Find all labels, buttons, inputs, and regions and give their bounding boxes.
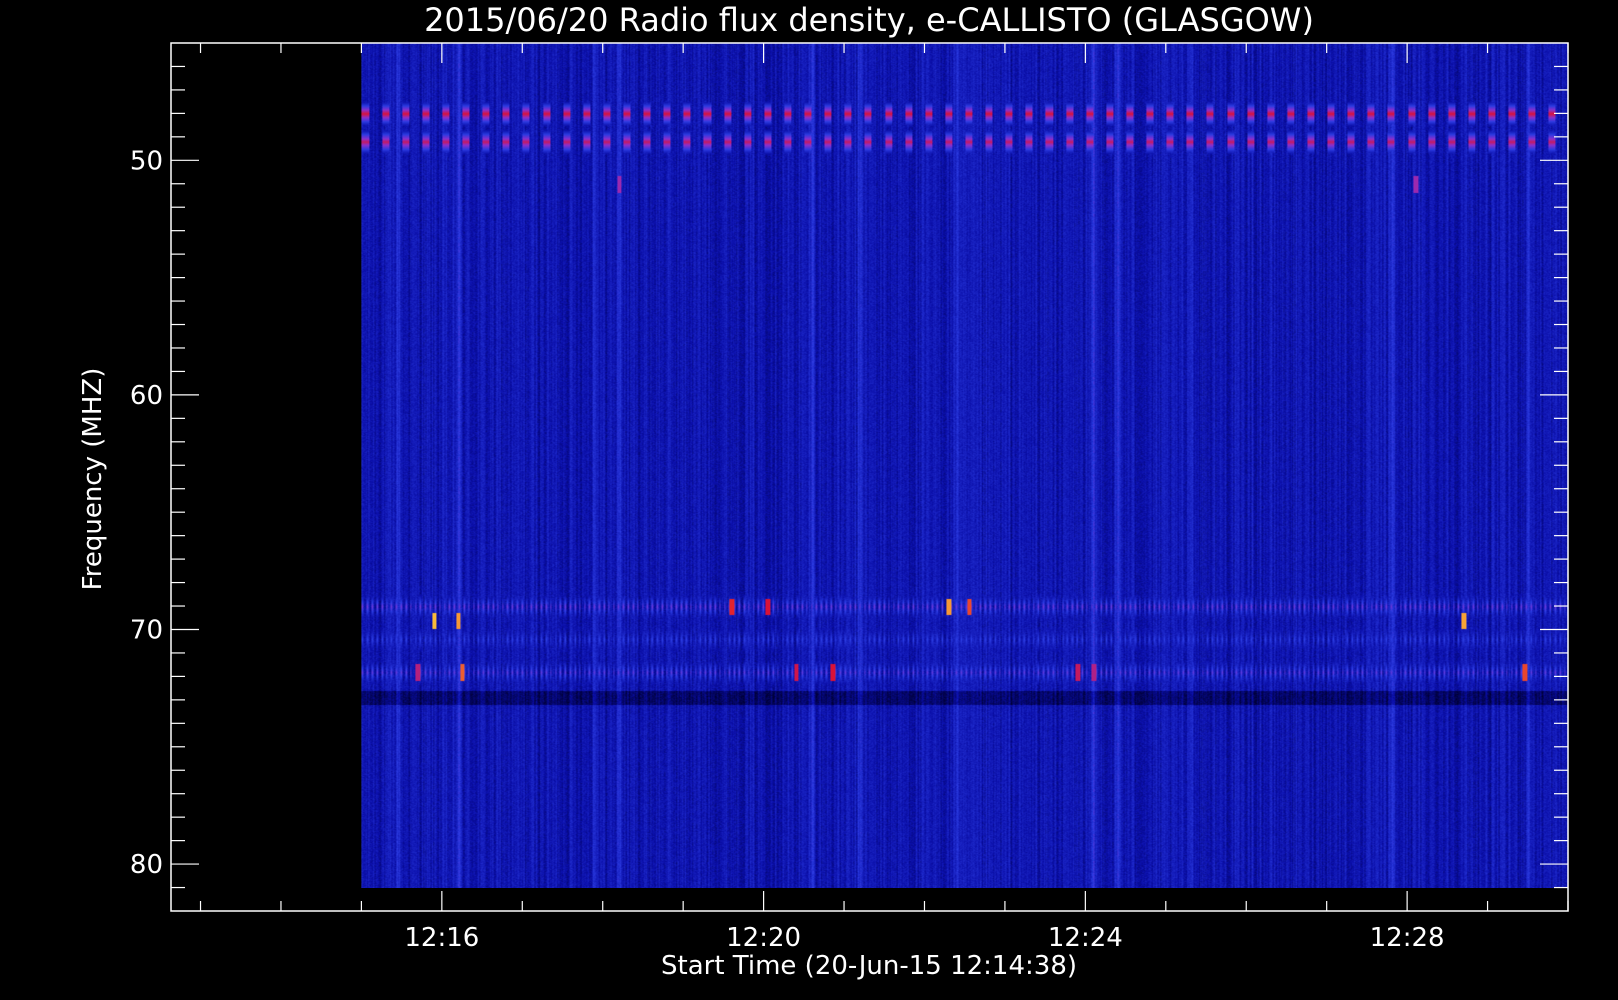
spectrogram-image	[361, 43, 1569, 888]
x-tick-label: 12:28	[1370, 923, 1445, 953]
y-tick-label: 50	[130, 146, 163, 176]
x-axis-label: Start Time (20-Jun-15 12:14:38)	[661, 951, 1077, 981]
chart-title: 2015/06/20 Radio flux density, e-CALLIST…	[424, 1, 1314, 39]
y-tick-label: 60	[130, 381, 163, 411]
x-tick-label: 12:16	[404, 923, 479, 953]
y-tick-label: 70	[130, 615, 163, 645]
spectrogram-heatmap	[361, 43, 1569, 888]
chart-root: 2015/06/20 Radio flux density, e-CALLIST…	[0, 0, 1618, 1000]
spectrogram-chart: 2015/06/20 Radio flux density, e-CALLIST…	[78, 1, 1569, 981]
x-tick-label: 12:24	[1048, 923, 1123, 953]
x-tick-label: 12:20	[726, 923, 801, 953]
y-tick-label: 80	[130, 850, 163, 880]
y-axis-label: Frequency (MHZ)	[78, 368, 108, 591]
